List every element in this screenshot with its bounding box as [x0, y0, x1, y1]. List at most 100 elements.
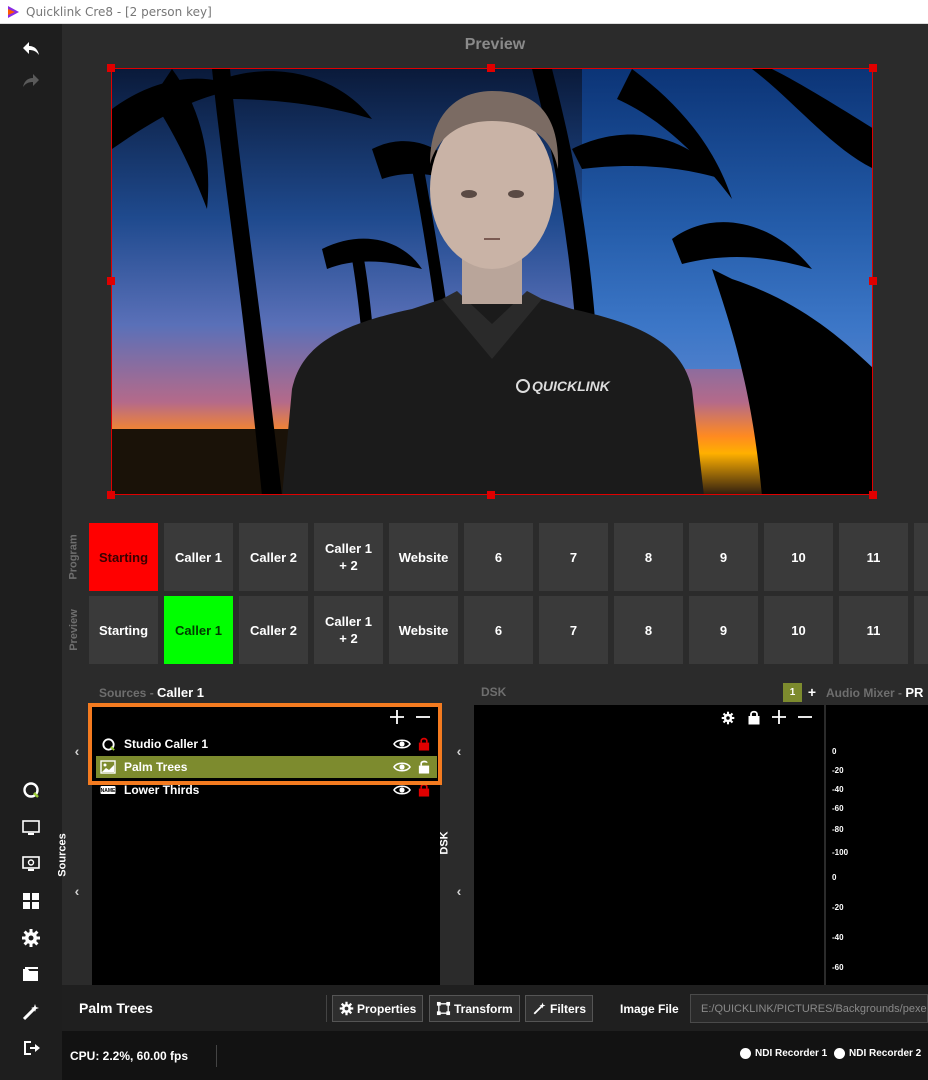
sources-collapse-chevron-top[interactable]: ‹ — [71, 744, 83, 758]
dsk-remove-button[interactable] — [797, 709, 813, 725]
dsk-list — [474, 705, 824, 985]
cpu-status: CPU: 2.2%, 60.00 fps — [70, 1049, 189, 1063]
preview-scene-button[interactable]: 10 — [764, 596, 833, 664]
svg-text:QUICKLINK: QUICKLINK — [532, 378, 611, 394]
resize-handle-tc[interactable] — [487, 64, 495, 72]
vu-scale-label: -60 — [832, 963, 844, 972]
vu-scale-label: -40 — [832, 933, 844, 942]
preview-canvas[interactable]: QUICKLINK — [111, 68, 873, 495]
dsk-settings-button[interactable] — [721, 711, 735, 725]
preview-scene-button[interactable]: 11 — [839, 596, 908, 664]
vu-scale-label: -80 — [832, 825, 844, 834]
undo-icon — [23, 42, 39, 55]
program-scene-button[interactable]: 10 — [764, 523, 833, 591]
exit-button[interactable] — [19, 1036, 43, 1060]
program-scene-button[interactable]: Caller 2 — [239, 523, 308, 591]
program-scene-button[interactable]: 8 — [614, 523, 683, 591]
resize-handle-tl[interactable] — [107, 64, 115, 72]
program-scene-button[interactable]: 9 — [689, 523, 758, 591]
app-logo-icon — [8, 5, 19, 18]
left-toolbar — [0, 24, 62, 1080]
selected-source-title: Palm Trees — [79, 1000, 153, 1016]
magic-wand-icon — [533, 1002, 546, 1015]
sources-header: Sources - Caller 1 — [99, 685, 205, 700]
files-button[interactable] — [19, 962, 43, 986]
preview-scene-button[interactable]: Caller 1 — [164, 596, 233, 664]
transform-button[interactable]: Transform — [429, 995, 520, 1022]
resize-handle-mr[interactable] — [869, 277, 877, 285]
lock-icon — [748, 710, 760, 725]
preview-scene-button[interactable]: Caller 2 — [239, 596, 308, 664]
monitor-icon — [22, 820, 40, 835]
record-indicator-icon — [834, 1048, 845, 1059]
vu-scale-label: -100 — [832, 848, 849, 857]
preview-row: Starting Caller 1 Caller 2 Caller 1 + 2 Webs… — [89, 596, 928, 664]
gear-icon — [721, 711, 735, 725]
filters-button[interactable]: Filters — [525, 995, 594, 1022]
program-scene-button[interactable]: Starting — [89, 523, 158, 591]
undo-button[interactable] — [19, 37, 43, 61]
magic-button[interactable] — [19, 1000, 43, 1024]
vu-scale-label: -60 — [832, 804, 844, 813]
dsk-layer-badge[interactable]: 1 — [783, 683, 802, 702]
window-title: Quicklink Cre8 - [2 person key] — [26, 4, 212, 19]
program-scene-button[interactable]: Caller 1 — [164, 523, 233, 591]
dsk-collapse-chevron-top[interactable]: ‹ — [453, 744, 465, 758]
dsk-add-button[interactable] — [771, 709, 787, 725]
transform-icon — [436, 1001, 451, 1016]
sources-collapse-chevron-bottom[interactable]: ‹ — [71, 884, 83, 898]
dsk-side-tab: ‹ DSK ‹ — [439, 705, 474, 985]
program-scene-button[interactable]: Caller 1 + 2 — [314, 523, 383, 591]
dsk-add-layer-button[interactable]: + — [805, 684, 819, 700]
redo-icon — [23, 74, 39, 87]
layout-button[interactable] — [19, 889, 43, 913]
quicklink-logo-icon — [23, 782, 39, 798]
image-file-path-field[interactable]: E:/QUICKLINK/PICTURES/Backgrounds/pexels — [690, 994, 928, 1023]
sources-highlight-box — [88, 703, 442, 785]
gear-icon — [22, 929, 40, 947]
preview-scene-button[interactable]: 7 — [539, 596, 608, 664]
resize-handle-br[interactable] — [869, 491, 877, 499]
vu-scale-label: 0 — [832, 873, 837, 882]
program-scene-button-overflow[interactable] — [914, 523, 928, 591]
settings-button[interactable] — [19, 926, 43, 950]
multiview-button[interactable] — [19, 852, 43, 876]
program-scene-button[interactable]: 6 — [464, 523, 533, 591]
monitor-search-icon — [22, 856, 40, 871]
preview-scene-button[interactable]: Caller 1 + 2 — [314, 596, 383, 664]
image-file-label: Image File — [620, 1002, 679, 1016]
audio-mixer-header: Audio Mixer - PR — [826, 685, 924, 700]
preview-scene-button[interactable]: 9 — [689, 596, 758, 664]
resize-handle-ml[interactable] — [107, 277, 115, 285]
preview-scene-button[interactable]: Starting — [89, 596, 158, 664]
plus-icon — [772, 710, 786, 724]
preview-scene-button[interactable]: 6 — [464, 596, 533, 664]
dsk-collapse-chevron-bottom[interactable]: ‹ — [453, 884, 465, 898]
monitor-button[interactable] — [19, 816, 43, 840]
preview-scene-button[interactable]: Website — [389, 596, 458, 664]
app-main: Preview QUICKLINK Program Starting Calle… — [0, 24, 928, 1080]
lock-icon[interactable] — [417, 783, 431, 797]
source-name: Lower Thirds — [124, 783, 200, 797]
ndi-recorder-2[interactable]: NDI Recorder 2 — [834, 1048, 921, 1059]
properties-button[interactable]: Properties — [332, 995, 424, 1022]
ndi-recorder-1[interactable]: NDI Recorder 1 — [740, 1048, 827, 1059]
divider — [326, 995, 327, 1022]
quicklink-button[interactable] — [19, 778, 43, 802]
name-tag-icon: NAME — [100, 783, 116, 797]
program-scene-button[interactable]: Website — [389, 523, 458, 591]
status-bar: CPU: 2.2%, 60.00 fps NDI Recorder 1 NDI … — [62, 1031, 928, 1080]
redo-button[interactable] — [19, 69, 43, 93]
resize-handle-bl[interactable] — [107, 491, 115, 499]
gear-icon — [339, 1001, 354, 1016]
resize-handle-bc[interactable] — [487, 491, 495, 499]
program-scene-button[interactable]: 7 — [539, 523, 608, 591]
minus-icon — [798, 716, 812, 718]
dsk-lock-button[interactable] — [747, 710, 761, 725]
preview-scene-image: QUICKLINK — [112, 69, 872, 494]
program-scene-button[interactable]: 11 — [839, 523, 908, 591]
eye-icon[interactable] — [393, 783, 411, 797]
preview-scene-button-overflow[interactable] — [914, 596, 928, 664]
preview-scene-button[interactable]: 8 — [614, 596, 683, 664]
resize-handle-tr[interactable] — [869, 64, 877, 72]
